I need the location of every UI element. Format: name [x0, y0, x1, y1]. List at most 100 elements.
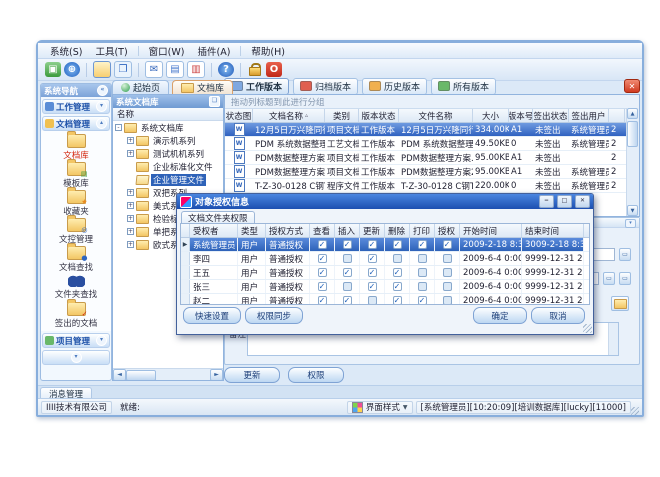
perm-column-perm-view[interactable]: 查看: [310, 224, 335, 237]
quick-setup-button[interactable]: 快速设置: [183, 307, 241, 324]
perm-column-row-gutter[interactable]: [181, 224, 190, 237]
scroll-left-icon[interactable]: ◄: [113, 369, 126, 381]
perm-column-perm-print[interactable]: 打印: [410, 224, 435, 237]
checkbox-checked-icon[interactable]: ✓: [343, 240, 352, 249]
table-row[interactable]: WT-Z-30-0128 C钢TO座程序文件工作版本T-Z-30-0128 C钢…: [225, 179, 639, 193]
tab-working[interactable]: 工作版本: [224, 78, 289, 95]
checkbox-checked-icon[interactable]: ✓: [318, 268, 327, 277]
tree-expander-icon[interactable]: +: [127, 228, 134, 235]
sidebar-section-document[interactable]: 文档管理▴: [42, 116, 110, 131]
mail-icon[interactable]: ✉: [145, 61, 163, 78]
tree-item[interactable]: 企业管理文件: [113, 173, 223, 186]
checkbox-checked-icon[interactable]: ✓: [443, 240, 452, 249]
permission-row[interactable]: 赵二用户普通授权✓✓✓✓2009-6-4 0:00:009999-12-31 2…: [181, 294, 589, 305]
tree-expander-icon[interactable]: -: [115, 124, 122, 131]
perm-column-perm-insert[interactable]: 插入: [335, 224, 360, 237]
checkbox-unchecked-icon[interactable]: [443, 254, 452, 263]
lock-icon[interactable]: [247, 62, 263, 77]
delete-document-icon[interactable]: ▥: [187, 61, 205, 78]
tab-doc-library[interactable]: 文档库: [172, 80, 233, 94]
tree-expander-icon[interactable]: +: [127, 215, 134, 222]
checkbox-unchecked-icon[interactable]: [443, 282, 452, 291]
tree-panel-button[interactable]: ❏: [209, 96, 220, 107]
checkbox-checked-icon[interactable]: ✓: [368, 254, 377, 263]
menu-item-plugins[interactable]: 插件(A): [191, 43, 236, 59]
sidebar-item-folder-search[interactable]: 文件夹查找: [41, 273, 111, 301]
table-row[interactable]: WPDM数据整理方案2.doc项目文档工作版本PDM数据整理方案2.doc95.…: [225, 165, 639, 179]
section-toggle-icon[interactable]: ▾: [96, 101, 107, 112]
checkbox-unchecked-icon[interactable]: [343, 254, 352, 263]
sidebar-item-checked-out-docs[interactable]: ✓签出的文档: [41, 301, 111, 329]
column-header-size[interactable]: 大小: [473, 109, 509, 122]
scroll-down-icon[interactable]: ▼: [627, 205, 638, 216]
globe-icon[interactable]: ⊕: [64, 62, 80, 77]
checkbox-checked-icon[interactable]: ✓: [418, 296, 427, 305]
sidebar-item-doc-control[interactable]: ◎文控管理: [41, 217, 111, 245]
column-header-version-no[interactable]: 版本号: [509, 109, 533, 122]
checkbox-unchecked-icon[interactable]: [443, 268, 452, 277]
sidebar-item-doc-library[interactable]: 文档库: [41, 133, 111, 161]
column-header-doc-name[interactable]: 文档名称▵: [253, 109, 325, 122]
column-header-checkout-time[interactable]: [609, 109, 625, 122]
perm-column-type[interactable]: 类型: [238, 224, 266, 237]
table-scroll-thumb[interactable]: [627, 121, 638, 147]
checkbox-unchecked-icon[interactable]: [343, 282, 352, 291]
dialog-minimize-icon[interactable]: ‒: [539, 195, 554, 208]
column-header-checkout-user[interactable]: 签出用户: [569, 109, 609, 122]
checkbox-unchecked-icon[interactable]: [418, 282, 427, 291]
permission-button[interactable]: 权限: [288, 367, 344, 383]
field-2-clear-icon[interactable]: ▭: [619, 272, 631, 285]
permission-row[interactable]: ▶系统管理员用户普通授权✓✓✓✓✓✓2009-2-18 8:35:573009-…: [181, 238, 589, 252]
resize-grip[interactable]: [631, 407, 639, 415]
permission-row[interactable]: 张三用户普通授权✓✓✓2009-6-4 0:00:009999-12-31 23…: [181, 280, 589, 294]
column-header-file-name[interactable]: 文件名称: [399, 109, 473, 122]
window-panel-icon[interactable]: ❐: [114, 61, 132, 78]
permission-row[interactable]: 王五用户普通授权✓✓✓✓2009-6-4 0:00:009999-12-31 2…: [181, 266, 589, 280]
menu-item-window[interactable]: 窗口(W): [143, 43, 191, 59]
help-icon[interactable]: ?: [218, 62, 234, 77]
tree-expander-icon[interactable]: +: [127, 202, 134, 209]
tree-expander-icon[interactable]: +: [127, 241, 134, 248]
nav-collapse-button[interactable]: «: [97, 85, 108, 96]
open-folder-icon[interactable]: [93, 61, 111, 78]
new-document-icon[interactable]: ▤: [166, 61, 184, 78]
dialog-close-icon[interactable]: ✕: [575, 195, 590, 208]
checkbox-checked-icon[interactable]: ✓: [318, 254, 327, 263]
dialog-titlebar[interactable]: 对象授权信息 ‒ □ ✕: [177, 194, 593, 209]
checkbox-checked-icon[interactable]: ✓: [318, 240, 327, 249]
perm-column-start-time[interactable]: 开始时间: [460, 224, 522, 237]
checkbox-unchecked-icon[interactable]: [393, 254, 402, 263]
field-2-ellipsis-icon[interactable]: ▭: [603, 272, 615, 285]
sidebar-item-doc-search[interactable]: ●文档查找: [41, 245, 111, 273]
tree-scroll-thumb[interactable]: [126, 370, 156, 381]
permission-sync-button[interactable]: 权限同步: [245, 307, 303, 324]
tree-item[interactable]: 企业标准化文件: [113, 160, 223, 173]
browse-folder-button[interactable]: [611, 296, 629, 311]
column-header-category[interactable]: 类别: [325, 109, 359, 122]
section-toggle-icon[interactable]: ▾: [96, 335, 107, 346]
sidebar-item-template-library[interactable]: ▤模板库: [41, 161, 111, 189]
perm-column-grantee[interactable]: 受权者: [190, 224, 238, 237]
panel-collapse-icon[interactable]: ▾: [625, 219, 636, 228]
dialog-resize-grip[interactable]: [583, 324, 592, 333]
menu-item-system[interactable]: 系统(S): [44, 43, 88, 59]
perm-column-perm-update[interactable]: 更新: [360, 224, 385, 237]
dialog-maximize-icon[interactable]: □: [557, 195, 572, 208]
checkbox-checked-icon[interactable]: ✓: [318, 282, 327, 291]
tab-all[interactable]: 所有版本: [431, 78, 496, 95]
section-toggle-icon[interactable]: ▴: [96, 118, 107, 129]
perm-column-perm-delete[interactable]: 删除: [385, 224, 410, 237]
menu-item-help[interactable]: 帮助(H): [245, 43, 291, 59]
exit-icon[interactable]: O: [266, 62, 282, 77]
tree-horizontal-scrollbar[interactable]: ◄ ►: [113, 368, 223, 380]
sidebar-item-favorites[interactable]: ★收藏夹: [41, 189, 111, 217]
sidebar-section-project[interactable]: 项目管理▾: [42, 333, 110, 348]
tree-column-header[interactable]: 名称: [113, 108, 223, 121]
perm-column-perm-grant[interactable]: 授权: [435, 224, 460, 237]
checkbox-checked-icon[interactable]: ✓: [393, 268, 402, 277]
table-row[interactable]: WPDM 系统数据整理检...工艺文档工作版本PDM 系统数据整理...49.5…: [225, 137, 639, 151]
scroll-up-icon[interactable]: ▲: [627, 108, 638, 119]
perm-column-grant-mode[interactable]: 授权方式: [266, 224, 310, 237]
checkbox-unchecked-icon[interactable]: [443, 296, 452, 305]
checkbox-checked-icon[interactable]: ✓: [418, 240, 427, 249]
